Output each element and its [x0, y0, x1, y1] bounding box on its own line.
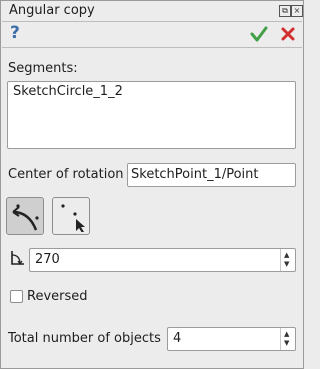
total-objects-value: 4 — [173, 331, 182, 346]
angle-spin-arrows[interactable]: ▲ ▼ — [280, 249, 295, 271]
angle-value: 270 — [35, 252, 60, 267]
toolbar: ? — [2, 22, 302, 46]
angle-spinbox[interactable]: 270 ▲ ▼ — [29, 248, 296, 272]
panel-title: Angular copy — [9, 3, 95, 18]
total-spin-arrows[interactable]: ▲ ▼ — [280, 328, 295, 350]
segments-label: Segments: — [8, 61, 78, 76]
spin-down-icon[interactable]: ▼ — [284, 261, 289, 268]
checkmark-icon[interactable] — [250, 25, 268, 43]
reversed-label: Reversed — [27, 289, 88, 304]
total-objects-spinbox[interactable]: 4 ▲ ▼ — [167, 327, 296, 351]
angle-icon — [11, 251, 24, 266]
point-select-mode-icon — [61, 204, 85, 232]
spin-down-icon[interactable]: ▼ — [284, 340, 289, 347]
spin-up-icon[interactable]: ▲ — [284, 331, 289, 338]
reversed-checkbox[interactable] — [10, 290, 23, 303]
segments-list[interactable]: SketchCircle_1_2 — [7, 81, 296, 149]
toolbar-separator — [2, 47, 302, 48]
close-panel-icon[interactable]: × — [291, 5, 303, 17]
point-select-mode-button[interactable] — [52, 197, 90, 235]
center-of-rotation-label: Center of rotation — [8, 167, 124, 182]
close-icon[interactable] — [280, 26, 296, 42]
list-item[interactable]: SketchCircle_1_2 — [13, 84, 123, 99]
help-icon[interactable]: ? — [10, 23, 20, 43]
center-of-rotation-field[interactable]: SketchPoint_1/Point — [127, 163, 296, 187]
center-of-rotation-value: SketchPoint_1/Point — [131, 167, 259, 182]
float-icon[interactable]: ⧉ — [279, 5, 291, 17]
total-objects-label: Total number of objects — [8, 331, 161, 346]
arc-angle-mode-icon — [12, 204, 39, 231]
spin-up-icon[interactable]: ▲ — [284, 252, 289, 259]
arc-angle-mode-button[interactable] — [6, 197, 44, 235]
title-bar: Angular copy ⧉ × — [1, 1, 303, 21]
